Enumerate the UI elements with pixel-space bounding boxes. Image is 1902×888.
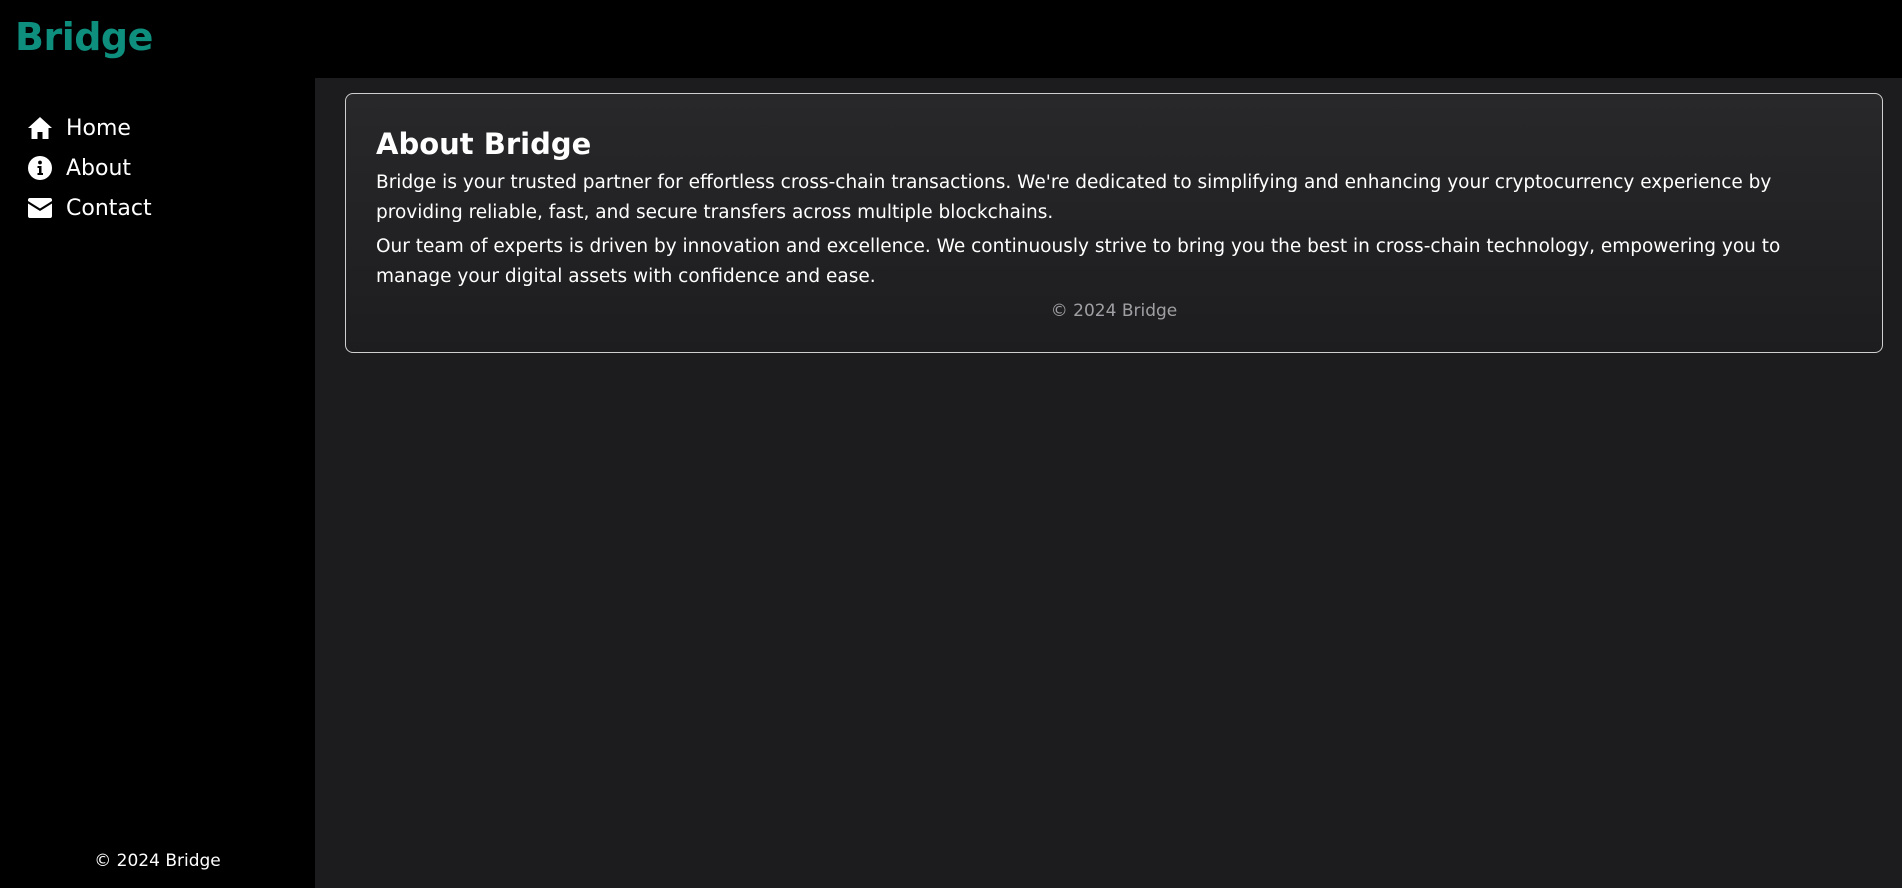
card-footer: © 2024 Bridge [1050,301,1178,321]
main-content: About Bridge Bridge is your trusted part… [315,78,1902,888]
sidebar-item-about[interactable]: About [26,148,152,188]
home-icon [26,114,54,142]
about-paragraph: Bridge is your trusted partner for effor… [376,172,1772,223]
sidebar-item-home[interactable]: Home [26,108,152,148]
sidebar-item-contact[interactable]: Contact [26,188,152,228]
sidebar-item-label: About [66,155,132,181]
top-header: Bridge [0,0,1902,78]
sidebar-item-label: Home [66,115,131,141]
brand-logo[interactable]: Bridge [15,14,153,60]
page-title: About Bridge [376,127,592,161]
sidebar: Home About Contact © 2024 Bridge [0,78,315,888]
sidebar-footer: © 2024 Bridge [94,851,221,871]
about-paragraph: Our team of experts is driven by innovat… [376,236,1781,287]
sidebar-item-label: Contact [66,195,152,221]
sidebar-nav: Home About Contact [26,108,152,228]
info-icon [26,154,54,182]
about-card: About Bridge Bridge is your trusted part… [345,93,1883,353]
envelope-icon [26,194,54,222]
